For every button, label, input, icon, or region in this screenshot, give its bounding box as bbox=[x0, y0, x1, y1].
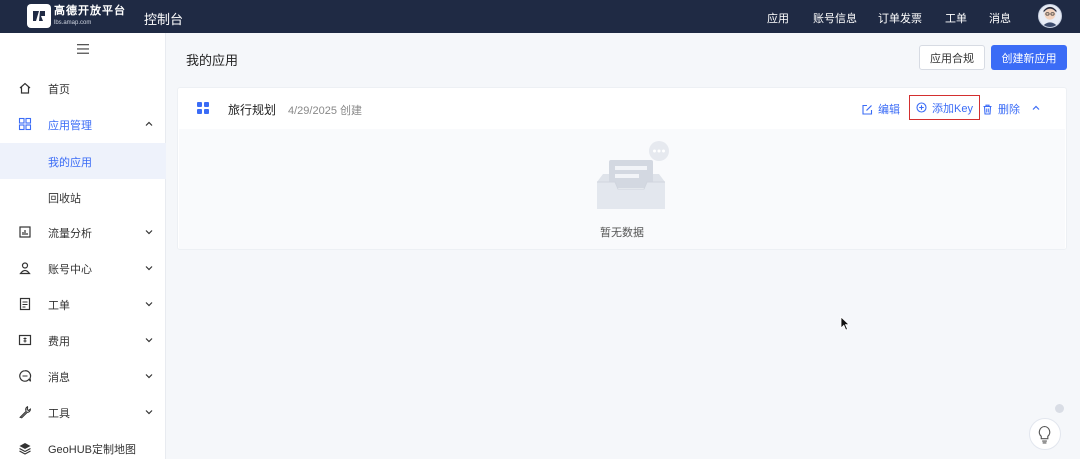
edit-icon bbox=[862, 104, 873, 115]
help-button[interactable] bbox=[1029, 418, 1061, 450]
sidebar-item-label: 首页 bbox=[48, 84, 70, 96]
app-created-date: 4/29/2025 创建 bbox=[288, 105, 362, 117]
delete-label: 删除 bbox=[998, 104, 1020, 116]
menu-collapse-icon[interactable] bbox=[77, 44, 89, 54]
sidebar-item-geohub[interactable]: GeoHUB定制地图 bbox=[0, 430, 166, 459]
sidebar-item-label: 流量分析 bbox=[48, 228, 92, 240]
edit-app-button[interactable]: 编辑 bbox=[862, 101, 900, 117]
chevron-up-icon bbox=[145, 121, 153, 126]
mouse-cursor-icon bbox=[840, 316, 850, 331]
chevron-down-icon bbox=[145, 302, 153, 307]
amap-logo[interactable] bbox=[27, 4, 51, 28]
chevron-down-icon bbox=[145, 374, 153, 379]
sidebar-item-account-center[interactable]: 账号中心 bbox=[0, 250, 166, 286]
layers-icon bbox=[19, 443, 31, 455]
sidebar-item-label: 回收站 bbox=[48, 193, 81, 205]
add-key-button[interactable]: 添加Key bbox=[909, 95, 980, 120]
add-key-label: 添加Key bbox=[932, 102, 973, 115]
nav-apps[interactable]: 应用 bbox=[767, 10, 789, 26]
sidebar-item-fees[interactable]: 费用 bbox=[0, 322, 166, 358]
nav-tickets[interactable]: 工单 bbox=[945, 10, 967, 26]
chevron-down-icon bbox=[145, 266, 153, 271]
app-compliance-button[interactable]: 应用合规 bbox=[919, 45, 985, 70]
chevron-down-icon bbox=[145, 410, 153, 415]
keys-empty-state: 暂无数据 bbox=[179, 129, 1065, 249]
edit-label: 编辑 bbox=[878, 104, 900, 116]
top-navbar: 高德开放平台 lbs.amap.com 控制台 应用 账号信息 订单发票 工单 … bbox=[0, 0, 1080, 33]
chart-icon bbox=[19, 226, 31, 238]
message-icon bbox=[19, 370, 32, 382]
app-card-header: 旅行规划 4/29/2025 创建 编辑 添加Key 删除 bbox=[178, 88, 1066, 128]
ticket-icon bbox=[19, 297, 31, 311]
delete-app-button[interactable]: 删除 bbox=[982, 101, 1020, 117]
trash-icon bbox=[983, 104, 992, 115]
brand: 高德开放平台 lbs.amap.com bbox=[54, 6, 126, 29]
sidebar-item-home[interactable]: 首页 bbox=[0, 70, 166, 106]
collapse-card-icon[interactable] bbox=[1031, 103, 1041, 113]
nav-messages[interactable]: 消息 bbox=[989, 10, 1011, 26]
sidebar-item-my-apps[interactable]: 我的应用 bbox=[0, 143, 166, 179]
sidebar-item-label: 费用 bbox=[48, 336, 70, 348]
sidebar-item-recycle-bin[interactable]: 回收站 bbox=[0, 179, 166, 215]
sidebar-item-label: 消息 bbox=[48, 372, 70, 384]
sidebar: 首页 应用管理 我的应用 回收站 流量分析 账号中心 工单 费用 消息 工具 G… bbox=[0, 33, 166, 459]
sidebar-item-label: 应用管理 bbox=[48, 120, 92, 132]
lightbulb-icon bbox=[1038, 425, 1051, 444]
sidebar-item-label: 我的应用 bbox=[48, 157, 92, 169]
sidebar-item-label: GeoHUB定制地图 bbox=[48, 444, 137, 456]
chevron-down-icon bbox=[145, 230, 153, 235]
empty-state-text: 暂无数据 bbox=[600, 227, 644, 239]
sidebar-item-messages[interactable]: 消息 bbox=[0, 358, 166, 394]
console-title: 控制台 bbox=[144, 12, 184, 27]
app-name: 旅行规划 bbox=[228, 103, 277, 117]
sidebar-item-app-management[interactable]: 应用管理 bbox=[0, 106, 166, 142]
app-window: 高德开放平台 lbs.amap.com 控制台 应用 账号信息 订单发票 工单 … bbox=[0, 0, 1080, 459]
nav-account[interactable]: 账号信息 bbox=[813, 10, 857, 26]
wrench-icon bbox=[19, 406, 31, 419]
page-title: 我的应用 bbox=[186, 53, 239, 68]
brand-url: lbs.amap.com bbox=[54, 20, 92, 26]
user-icon bbox=[19, 262, 31, 275]
plus-circle-icon bbox=[916, 102, 927, 113]
sidebar-item-label: 工单 bbox=[48, 300, 70, 312]
create-app-button[interactable]: 创建新应用 bbox=[991, 45, 1067, 70]
chevron-down-icon bbox=[145, 338, 153, 343]
sidebar-item-tools[interactable]: 工具 bbox=[0, 394, 166, 430]
grid-icon bbox=[18, 117, 32, 131]
sidebar-item-label: 工具 bbox=[48, 408, 70, 420]
sidebar-item-label: 账号中心 bbox=[48, 264, 92, 276]
help-badge bbox=[1055, 404, 1064, 413]
sidebar-item-tickets[interactable]: 工单 bbox=[0, 286, 166, 322]
avatar-icon bbox=[1041, 6, 1059, 27]
fee-icon bbox=[18, 334, 32, 346]
home-icon bbox=[19, 82, 31, 94]
logo-icon bbox=[33, 11, 45, 21]
empty-inbox-icon bbox=[597, 141, 669, 209]
brand-name: 高德开放平台 bbox=[54, 5, 126, 17]
user-avatar[interactable] bbox=[1038, 4, 1062, 28]
app-card: 旅行规划 4/29/2025 创建 编辑 添加Key 删除 暂无数据 bbox=[177, 87, 1067, 250]
sidebar-item-traffic-analysis[interactable]: 流量分析 bbox=[0, 214, 166, 250]
app-grid-icon bbox=[197, 102, 209, 114]
nav-invoices[interactable]: 订单发票 bbox=[878, 10, 922, 26]
